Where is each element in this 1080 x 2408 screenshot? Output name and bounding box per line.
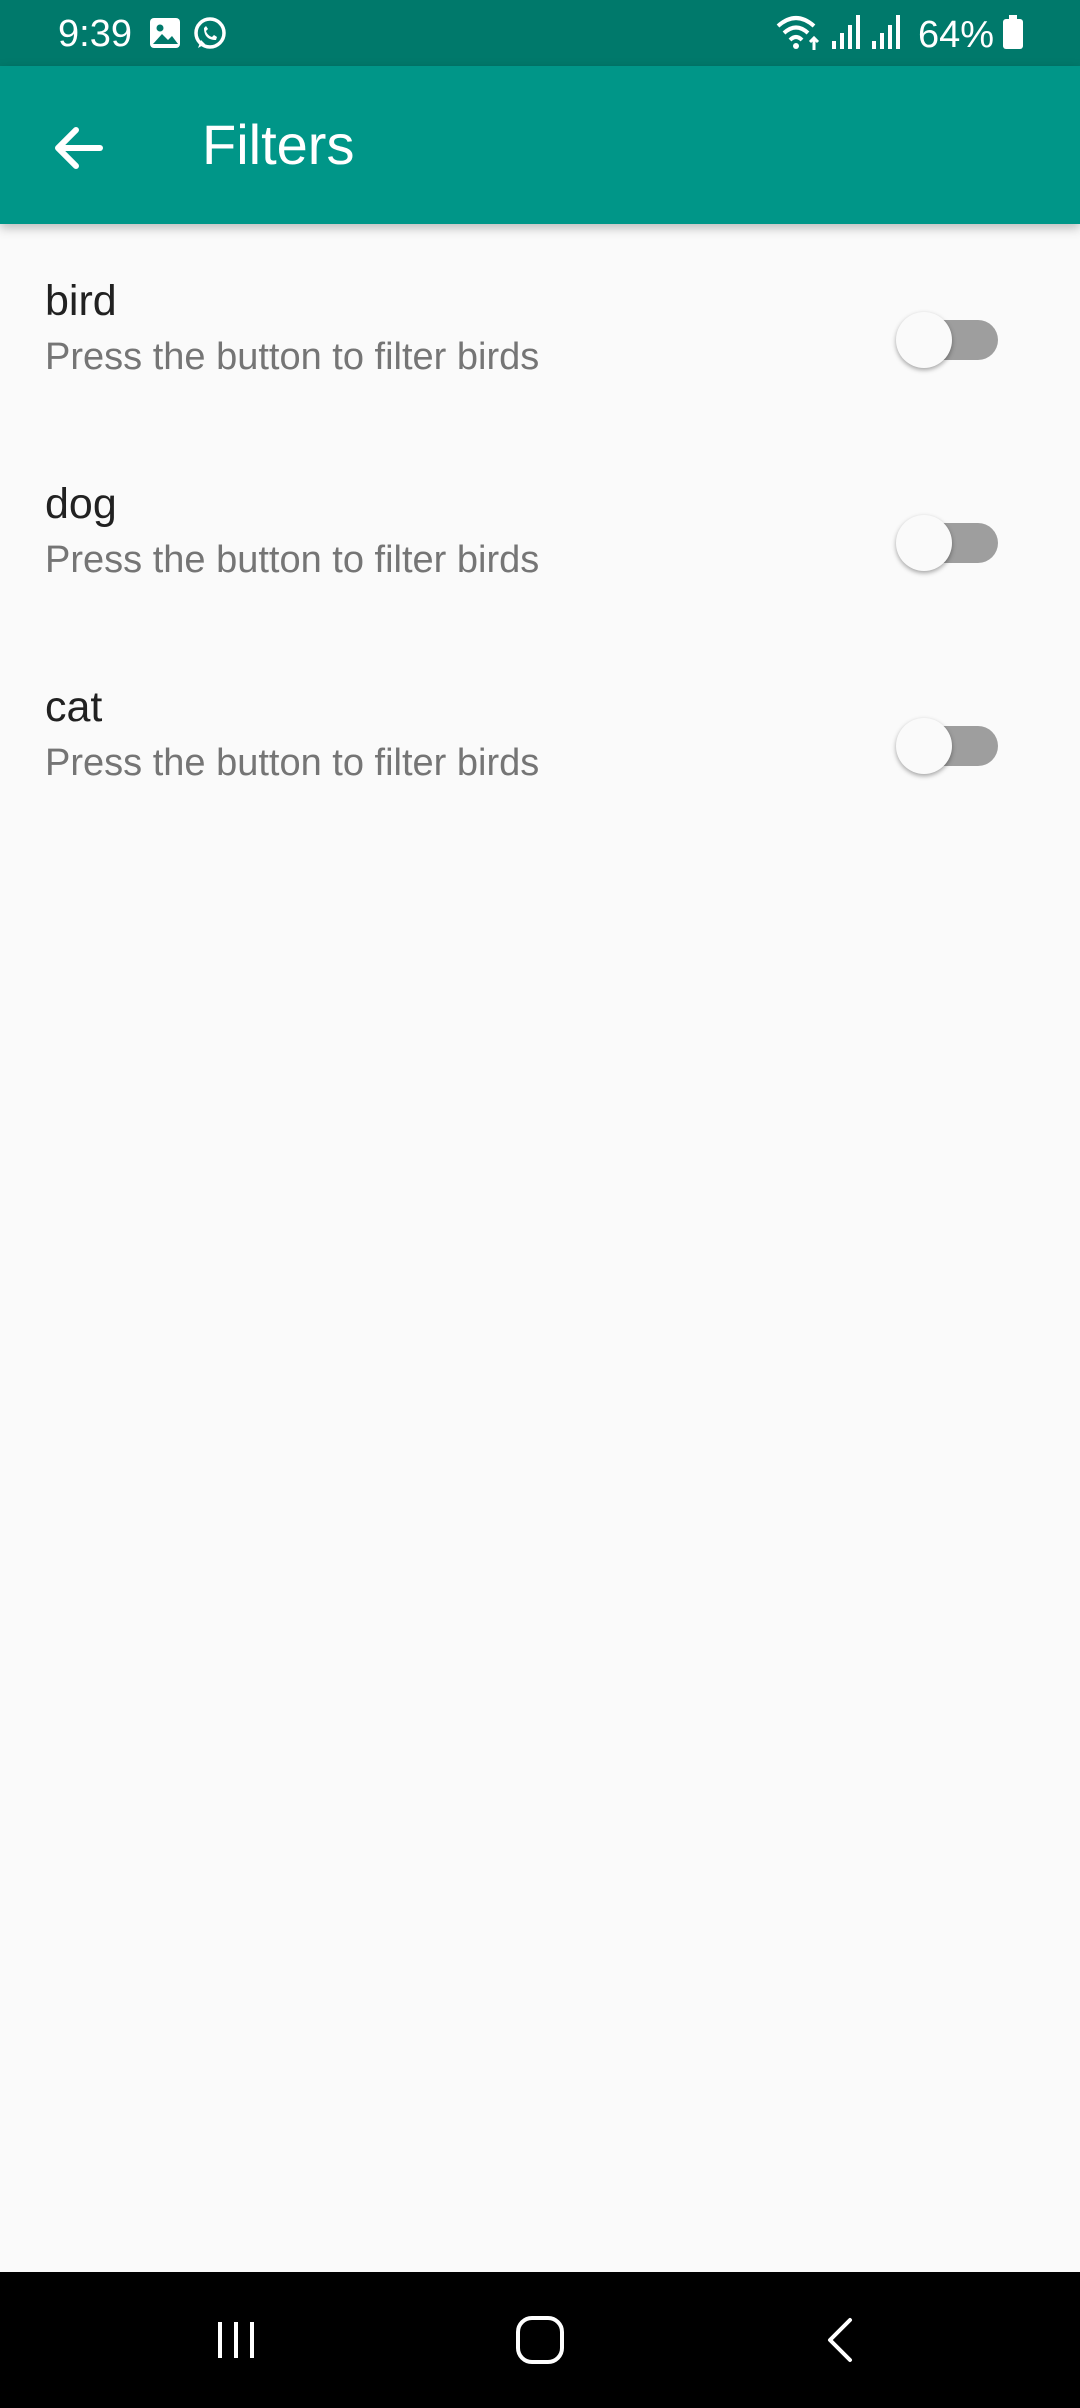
nav-back-button[interactable] <box>796 2294 888 2386</box>
filter-list: bird Press the button to filter birds do… <box>0 224 1080 833</box>
back-icon <box>828 2318 852 2362</box>
filter-subtitle: Press the button to filter birds <box>45 336 540 378</box>
filter-item-dog[interactable]: dog Press the button to filter birds <box>0 427 1080 630</box>
recents-icon <box>218 2322 254 2358</box>
home-icon <box>516 2316 564 2364</box>
switch-thumb <box>896 718 952 774</box>
dog-filter-switch[interactable] <box>896 503 1000 575</box>
whatsapp-icon <box>192 16 228 57</box>
wifi-icon <box>774 12 822 57</box>
signal-icon <box>830 13 862 56</box>
bird-filter-switch[interactable] <box>896 300 1000 372</box>
filter-title: cat <box>45 683 103 731</box>
recents-button[interactable] <box>190 2294 282 2386</box>
filter-item-bird[interactable]: bird Press the button to filter birds <box>0 224 1080 427</box>
status-bar: 9:39 64% <box>0 0 1080 66</box>
home-button[interactable] <box>494 2294 586 2386</box>
battery-icon <box>1002 14 1024 55</box>
status-time: 9:39 <box>58 13 132 55</box>
filter-subtitle: Press the button to filter birds <box>45 742 540 784</box>
cat-filter-switch[interactable] <box>896 706 1000 778</box>
filter-subtitle: Press the button to filter birds <box>45 539 540 581</box>
signal-icon <box>870 13 902 56</box>
app-bar: Filters <box>0 66 1080 224</box>
filters-screen: 9:39 64% Filters bird Press the button t… <box>0 0 1080 2408</box>
back-button[interactable] <box>36 106 120 190</box>
gallery-icon <box>148 16 182 57</box>
page-title: Filters <box>202 113 355 176</box>
filter-title: dog <box>45 480 117 528</box>
filter-title: bird <box>45 277 117 325</box>
system-icons: 64% <box>774 12 1024 57</box>
filter-item-cat[interactable]: cat Press the button to filter birds <box>0 630 1080 833</box>
notification-icons <box>148 16 228 57</box>
battery-percentage: 64% <box>917 13 994 56</box>
switch-thumb <box>896 515 952 571</box>
navigation-bar <box>0 2272 1080 2408</box>
switch-thumb <box>896 312 952 368</box>
arrow-back-icon <box>55 127 103 169</box>
